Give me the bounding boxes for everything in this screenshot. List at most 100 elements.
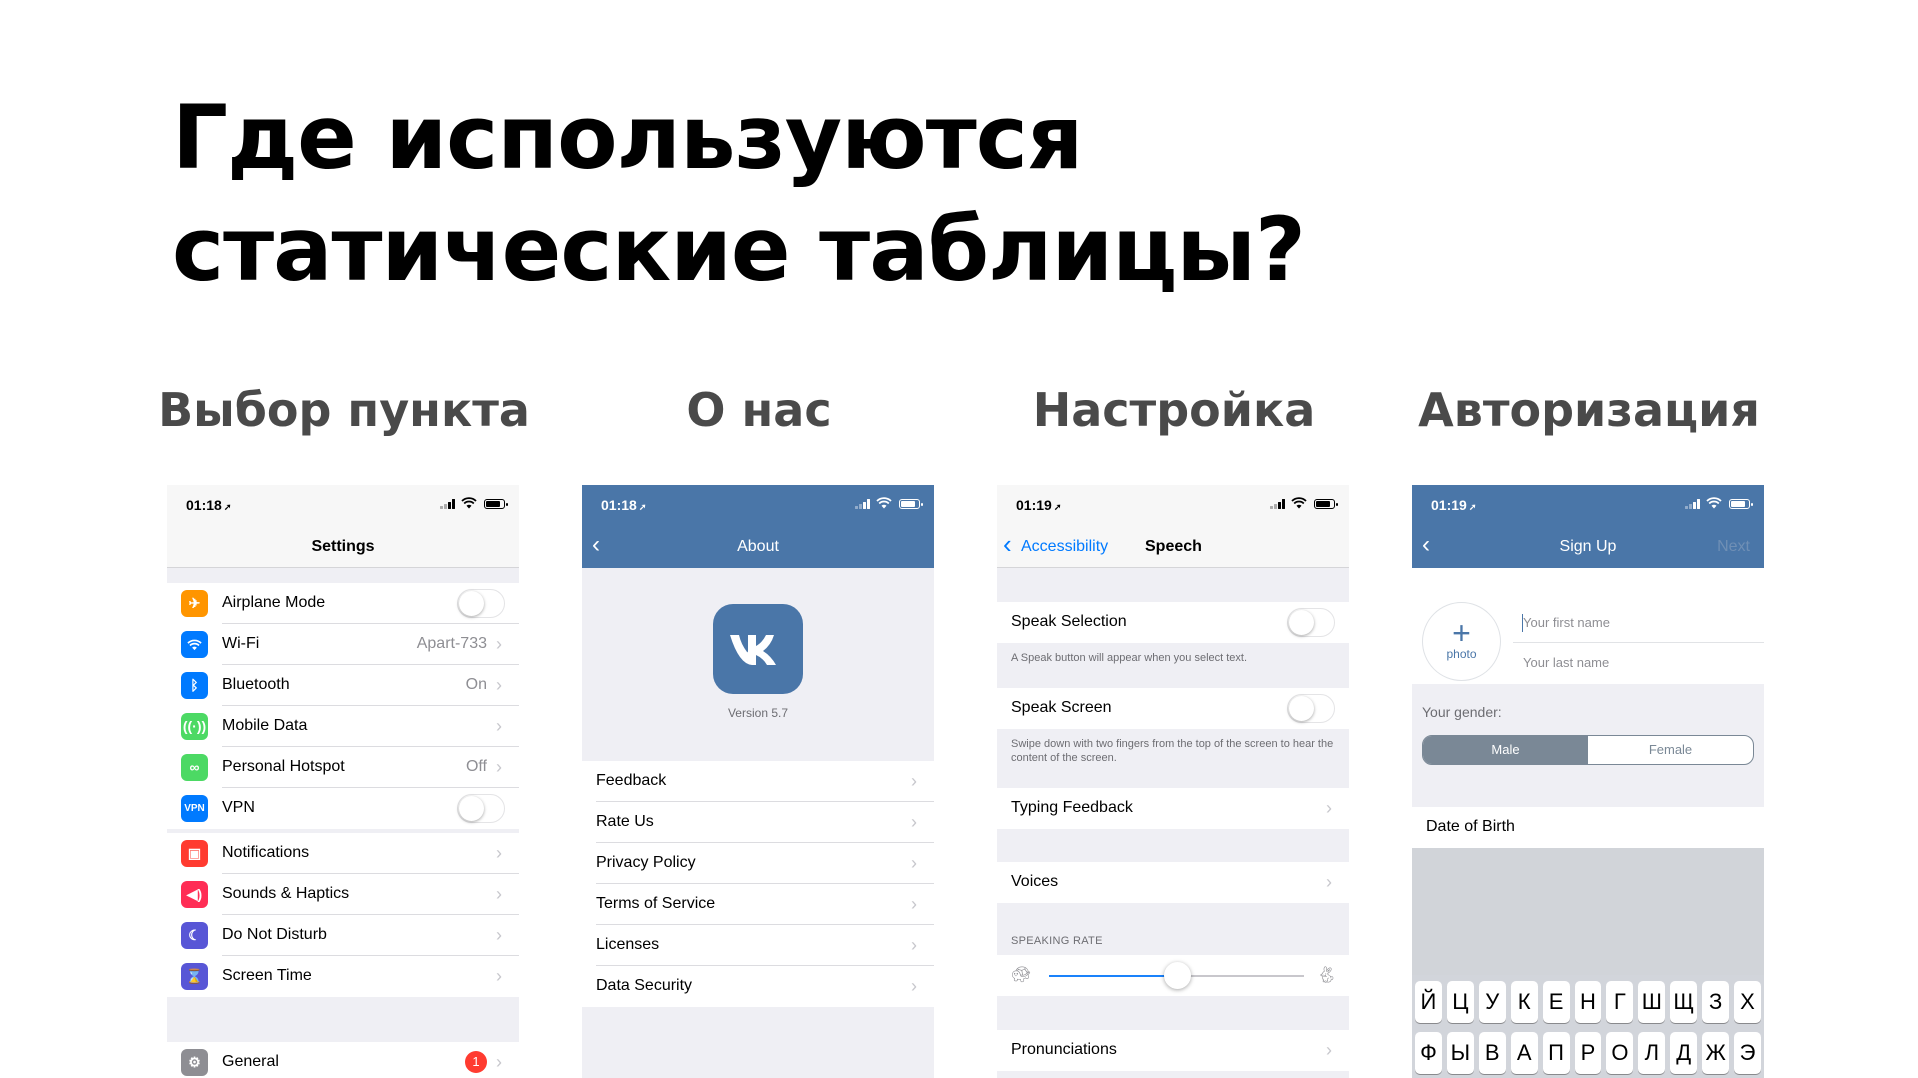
keyboard-key[interactable]: Ы: [1446, 1032, 1474, 1074]
about-row-data-security[interactable]: Data Security ›: [582, 966, 934, 1007]
settings-group-connectivity: ✈ Airplane Mode Wi-Fi Apart-733 › ᛒ Blue…: [167, 583, 519, 829]
settings-row-sounds-haptics[interactable]: ◀) Sounds & Haptics ›: [167, 874, 519, 915]
chevron-right-icon: ›: [1326, 1040, 1332, 1060]
speech-row-speak-selection[interactable]: Speak Selection: [997, 602, 1349, 643]
settings-row-do-not-disturb[interactable]: ☾ Do Not Disturb ›: [167, 915, 519, 956]
settings-row-mobile-data[interactable]: ((·)) Mobile Data ›: [167, 706, 519, 747]
about-row-terms-of-service[interactable]: Terms of Service ›: [582, 884, 934, 925]
settings-row-airplane-mode[interactable]: ✈ Airplane Mode: [167, 583, 519, 624]
keyboard-key[interactable]: Н: [1574, 981, 1602, 1023]
speaker-icon: ◀): [181, 881, 208, 908]
chevron-right-icon: ›: [496, 1052, 502, 1072]
nav-title: Settings: [311, 538, 375, 555]
date-of-birth-row[interactable]: Date of Birth: [1412, 807, 1764, 848]
gender-segmented-control[interactable]: Male Female: [1422, 735, 1754, 765]
back-button[interactable]: Accessibility: [1021, 538, 1108, 556]
keyboard-key[interactable]: Ж: [1702, 1032, 1730, 1074]
hotspot-icon: ∞: [181, 754, 208, 781]
row-label: Pronunciations: [1011, 1041, 1117, 1058]
row-label: Notifications: [222, 844, 310, 861]
last-name-input[interactable]: Your last name: [1523, 655, 1609, 670]
keyboard-key[interactable]: Й: [1415, 981, 1442, 1023]
chevron-right-icon: ›: [496, 884, 502, 904]
gender-option-female[interactable]: Female: [1588, 736, 1753, 764]
about-row-rate-us[interactable]: Rate Us ›: [582, 802, 934, 843]
speech-group-voices: Voices ›: [997, 862, 1349, 903]
keyboard-key[interactable]: Э: [1734, 1032, 1761, 1074]
speech-row-speak-screen[interactable]: Speak Screen: [997, 688, 1349, 729]
speech-row-voices[interactable]: Voices ›: [997, 862, 1349, 903]
about-screen: 01:18 ➚ ‹ About Version 5.7 Feedback › Ra…: [582, 485, 934, 1078]
airplane-mode-toggle[interactable]: [457, 589, 505, 618]
slide-title: Где используются статические таблицы?: [172, 82, 1672, 306]
first-name-input[interactable]: Your first name: [1523, 615, 1610, 630]
add-photo-button[interactable]: + photo: [1422, 602, 1501, 681]
settings-row-screen-time[interactable]: ⌛ Screen Time ›: [167, 956, 519, 997]
keyboard-key[interactable]: Г: [1606, 981, 1634, 1023]
wifi-status-icon: [876, 497, 892, 509]
settings-row-notifications[interactable]: ▣ Notifications ›: [167, 833, 519, 874]
status-bar: 01:19 ➚: [997, 485, 1349, 525]
slider-thumb[interactable]: [1163, 962, 1191, 989]
keyboard-key[interactable]: Щ: [1670, 981, 1698, 1023]
chevron-right-icon: ›: [496, 925, 502, 945]
speech-row-typing-feedback[interactable]: Typing Feedback ›: [997, 788, 1349, 829]
about-row-feedback[interactable]: Feedback ›: [582, 761, 934, 802]
status-bar: 01:19 ➚: [1412, 485, 1764, 525]
status-time: 01:19: [1016, 497, 1052, 513]
keyboard-key[interactable]: Ц: [1446, 981, 1474, 1023]
speech-row-pronunciations[interactable]: Pronunciations ›: [997, 1030, 1349, 1071]
cellular-signal-icon: [440, 499, 455, 509]
keyboard-key[interactable]: У: [1478, 981, 1506, 1023]
keyboard-key[interactable]: З: [1702, 981, 1730, 1023]
keyboard-key[interactable]: Д: [1670, 1032, 1698, 1074]
about-row-privacy-policy[interactable]: Privacy Policy ›: [582, 843, 934, 884]
about-navbar: ‹ About: [582, 525, 934, 568]
row-label: Mobile Data: [222, 717, 308, 734]
chevron-right-icon: ›: [911, 812, 917, 832]
vk-logo-mark-icon: [730, 635, 776, 665]
keyboard-key[interactable]: П: [1542, 1032, 1570, 1074]
cellular-signal-icon: [855, 499, 870, 509]
row-label: VPN: [222, 799, 255, 816]
settings-row-vpn[interactable]: VPN VPN: [167, 788, 519, 829]
speak-screen-toggle[interactable]: [1287, 694, 1335, 723]
speak-screen-note: Swipe down with two fingers from the top…: [1011, 738, 1334, 764]
location-icon: ➚: [638, 502, 647, 512]
name-fields: Your first name Your last name: [1513, 602, 1764, 684]
settings-row-general[interactable]: ⚙ General 1 ›: [167, 1042, 519, 1078]
settings-row-bluetooth[interactable]: ᛒ Bluetooth On ›: [167, 665, 519, 706]
next-button[interactable]: Next: [1717, 538, 1750, 556]
keyboard-key[interactable]: Ф: [1415, 1032, 1442, 1074]
row-label: Airplane Mode: [222, 594, 326, 611]
keyboard-key[interactable]: Л: [1638, 1032, 1666, 1074]
cellular-signal-icon: [1270, 499, 1285, 509]
settings-row-wifi[interactable]: Wi-Fi Apart-733 ›: [167, 624, 519, 665]
keyboard-key[interactable]: О: [1606, 1032, 1634, 1074]
speaking-rate-slider[interactable]: [1049, 962, 1304, 989]
speech-screen: 01:19 ➚ ‹ Accessibility Speech Speak Sele…: [997, 485, 1349, 1078]
keyboard-key[interactable]: Ш: [1638, 981, 1666, 1023]
keyboard-key[interactable]: Х: [1734, 981, 1761, 1023]
gender-option-male[interactable]: Male: [1423, 736, 1588, 764]
speak-selection-toggle[interactable]: [1287, 608, 1335, 637]
speech-navbar: ‹ Accessibility Speech: [997, 525, 1349, 568]
status-time: 01:19: [1431, 497, 1467, 513]
photo-label: photo: [1446, 647, 1477, 661]
about-row-licenses[interactable]: Licenses ›: [582, 925, 934, 966]
about-list: Feedback › Rate Us › Privacy Policy › Te…: [582, 761, 934, 1007]
dob-group: Date of Birth: [1412, 807, 1764, 848]
settings-row-personal-hotspot[interactable]: ∞ Personal Hotspot Off ›: [167, 747, 519, 788]
keyboard-key[interactable]: А: [1510, 1032, 1538, 1074]
vk-logo: [713, 604, 803, 694]
keyboard-key[interactable]: Р: [1574, 1032, 1602, 1074]
keyboard-key[interactable]: Е: [1542, 981, 1570, 1023]
row-label: Feedback: [596, 772, 667, 789]
chevron-right-icon: ›: [911, 771, 917, 791]
back-chevron-icon[interactable]: ‹: [1003, 531, 1012, 557]
keyboard-key[interactable]: В: [1478, 1032, 1506, 1074]
location-icon: ➚: [1468, 502, 1477, 512]
vpn-toggle[interactable]: [457, 794, 505, 823]
signup-navbar: ‹ Sign Up Next: [1412, 525, 1764, 568]
keyboard-key[interactable]: К: [1510, 981, 1538, 1023]
